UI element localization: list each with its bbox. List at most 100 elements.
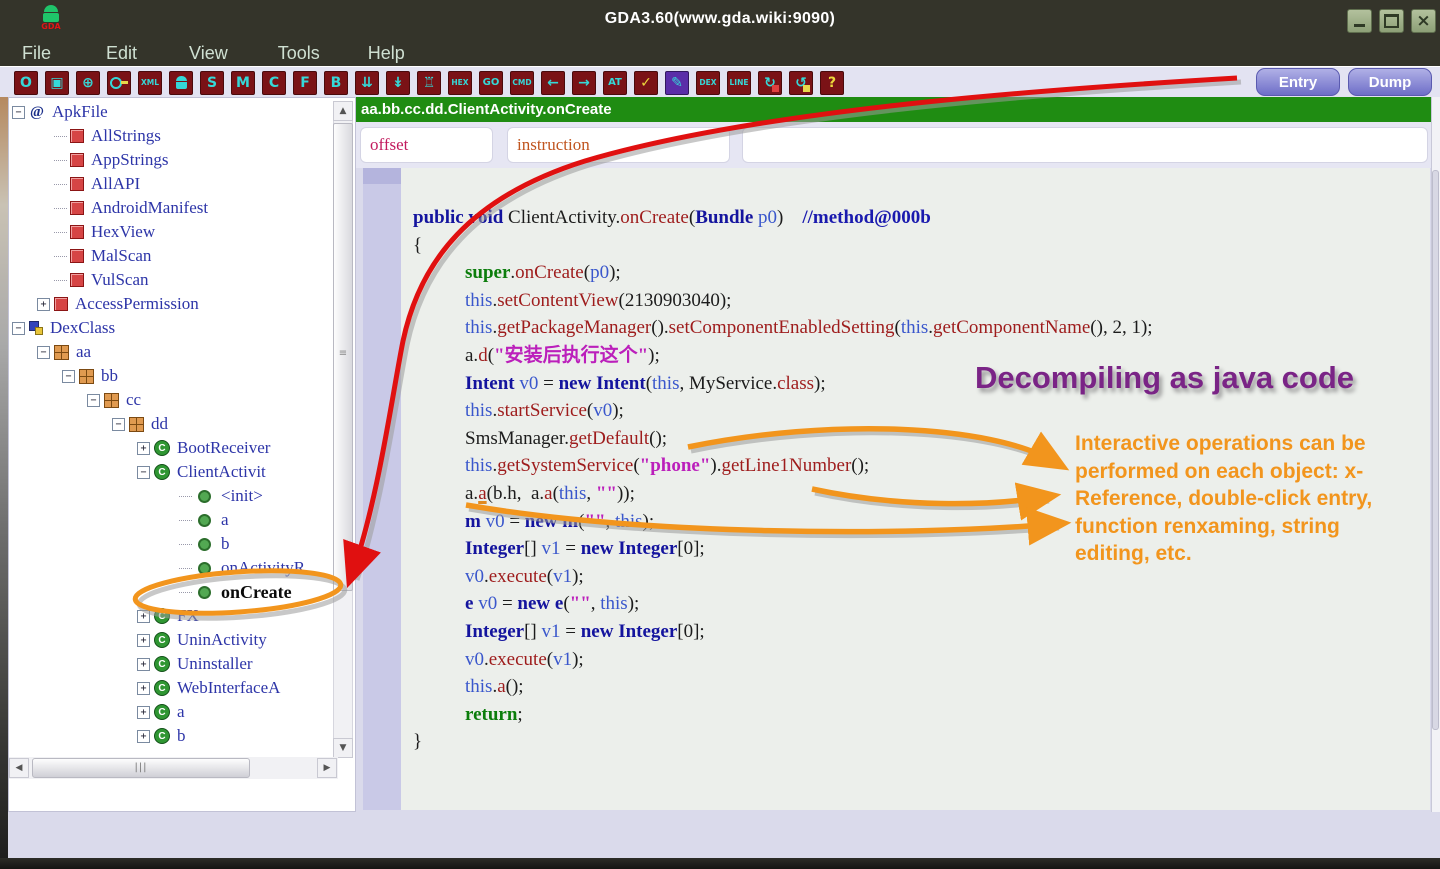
collapse-icon[interactable]: − xyxy=(87,394,100,407)
code-line[interactable]: this.startService(v0); xyxy=(413,397,1423,425)
tree-node-androidmanifest[interactable]: AndroidManifest xyxy=(9,196,332,220)
strings-icon[interactable]: S xyxy=(200,71,224,95)
tree-node-allstrings[interactable]: AllStrings xyxy=(9,124,332,148)
collapse-icon[interactable]: − xyxy=(62,370,75,383)
back-icon[interactable]: ← xyxy=(541,71,565,95)
menu-file[interactable]: File xyxy=(22,43,51,64)
code-line[interactable]: e v0 = new e("", this); xyxy=(413,590,1423,618)
bytecode-icon[interactable]: B xyxy=(324,71,348,95)
code-line[interactable]: Integer[] v1 = new Integer[0]; xyxy=(413,618,1423,646)
key-icon[interactable] xyxy=(107,71,131,95)
menu-tools[interactable]: Tools xyxy=(278,43,320,64)
down-icon[interactable]: ↡ xyxy=(386,71,410,95)
tree-node-b[interactable]: b xyxy=(9,532,332,556)
tree-node-appstrings[interactable]: AppStrings xyxy=(9,148,332,172)
expand-icon[interactable]: + xyxy=(137,442,150,455)
tree-node-label: HexView xyxy=(91,222,155,242)
hex-icon[interactable]: HEX xyxy=(448,71,472,95)
expand-icon[interactable]: + xyxy=(137,658,150,671)
menu-edit[interactable]: Edit xyxy=(106,43,137,64)
dump-button[interactable]: Dump xyxy=(1348,68,1432,96)
tree-node-init[interactable]: <init> xyxy=(9,484,332,508)
tree-scroll-down-icon[interactable]: ▼ xyxy=(333,738,353,758)
tree-node-fx[interactable]: +CFX xyxy=(9,604,332,628)
upload-icon[interactable]: ♖ xyxy=(417,71,441,95)
tree-scroll-up-icon[interactable]: ▲ xyxy=(333,101,353,121)
code-line[interactable]: public void ClientActivity.onCreate(Bund… xyxy=(413,204,1423,232)
entry-button[interactable]: Entry xyxy=(1256,68,1340,96)
link-icon[interactable]: LINE xyxy=(727,71,751,95)
tree-node-hexview[interactable]: HexView xyxy=(9,220,332,244)
tree-node-b[interactable]: +Cb xyxy=(9,724,332,748)
tree-scroll-left-icon[interactable]: ◀ xyxy=(9,758,29,778)
dex-icon[interactable]: DEX xyxy=(696,71,720,95)
tree-node-webinterfacea[interactable]: +CWebInterfaceA xyxy=(9,676,332,700)
tree-scroll-right-icon[interactable]: ▶ xyxy=(317,758,337,778)
edit-doc-icon[interactable]: ✎ xyxy=(665,71,689,95)
tree-node-uninstaller[interactable]: +CUninstaller xyxy=(9,652,332,676)
expand-icon[interactable]: + xyxy=(137,634,150,647)
tree-node-dexclass[interactable]: −DexClass xyxy=(9,316,332,340)
tree-node-bb[interactable]: −bb xyxy=(9,364,332,388)
save-icon[interactable]: ▣ xyxy=(45,71,69,95)
tree-vscroll-thumb[interactable]: ≡ xyxy=(333,123,353,591)
tree-node-a[interactable]: a xyxy=(9,508,332,532)
expand-icon[interactable]: + xyxy=(137,610,150,623)
code-line[interactable]: return; xyxy=(413,701,1423,729)
open-icon[interactable]: O xyxy=(14,71,38,95)
maximize-button[interactable] xyxy=(1379,9,1404,33)
code-line[interactable]: super.onCreate(p0); xyxy=(413,259,1423,287)
tree-node-malscan[interactable]: MalScan xyxy=(9,244,332,268)
tree-node-aa[interactable]: −aa xyxy=(9,340,332,364)
method-icon[interactable]: M xyxy=(231,71,255,95)
collapse-icon[interactable]: − xyxy=(12,106,25,119)
undo-icon[interactable]: ↺ xyxy=(789,71,813,95)
forward-icon[interactable]: → xyxy=(572,71,596,95)
tree-hscroll-thumb[interactable]: ||| xyxy=(32,758,250,778)
tree-node-clientactivit[interactable]: −CClientActivit xyxy=(9,460,332,484)
class-icon[interactable]: C xyxy=(262,71,286,95)
expand-icon[interactable]: + xyxy=(137,682,150,695)
menu-help[interactable]: Help xyxy=(368,43,405,64)
tree-node-label: AccessPermission xyxy=(75,294,199,314)
field-icon[interactable]: F xyxy=(293,71,317,95)
collapse-icon[interactable]: − xyxy=(112,418,125,431)
class-tree[interactable]: −@ApkFileAllStringsAppStringsAllAPIAndro… xyxy=(9,100,332,755)
check-icon[interactable]: ✓ xyxy=(634,71,658,95)
tree-node-dd[interactable]: −dd xyxy=(9,412,332,436)
redo-icon[interactable]: ↻ xyxy=(758,71,782,95)
collapse-icon[interactable]: − xyxy=(137,466,150,479)
tree-node-onactivityr[interactable]: onActivityR xyxy=(9,556,332,580)
collapse-icon[interactable]: − xyxy=(12,322,25,335)
code-line[interactable]: { xyxy=(413,232,1423,260)
pulldown-icon[interactable]: ⇊ xyxy=(355,71,379,95)
tree-node-oncreate[interactable]: onCreate xyxy=(9,580,332,604)
tree-node-a[interactable]: +Ca xyxy=(9,700,332,724)
code-line[interactable]: this.a(); xyxy=(413,673,1423,701)
cmd-icon[interactable]: CMD xyxy=(510,71,534,95)
tree-node-apkfile[interactable]: −@ApkFile xyxy=(9,100,332,124)
expand-icon[interactable]: + xyxy=(137,706,150,719)
go-icon[interactable]: GO xyxy=(479,71,503,95)
tree-node-accesspermission[interactable]: + AccessPermission xyxy=(9,292,332,316)
xml-icon[interactable]: XML xyxy=(138,71,162,95)
tree-node-uninactivity[interactable]: +CUninActivity xyxy=(9,628,332,652)
tree-node-vulscan[interactable]: VulScan xyxy=(9,268,332,292)
expand-icon[interactable]: + xyxy=(137,730,150,743)
android-icon[interactable] xyxy=(169,71,193,95)
tree-node-bootreceiver[interactable]: +CBootReceiver xyxy=(9,436,332,460)
close-button[interactable]: × xyxy=(1411,9,1436,33)
help-icon[interactable]: ? xyxy=(820,71,844,95)
code-line[interactable]: v0.execute(v1); xyxy=(413,646,1423,674)
tree-node-allapi[interactable]: AllAPI xyxy=(9,172,332,196)
search-icon[interactable]: ⊕ xyxy=(76,71,100,95)
minimize-button[interactable] xyxy=(1347,9,1372,33)
expand-icon[interactable]: + xyxy=(37,298,50,311)
tree-node-cc[interactable]: −cc xyxy=(9,388,332,412)
code-line[interactable]: this.getPackageManager().setComponentEna… xyxy=(413,314,1423,342)
collapse-icon[interactable]: − xyxy=(37,346,50,359)
code-line[interactable]: } xyxy=(413,728,1423,756)
menu-view[interactable]: View xyxy=(189,43,228,64)
code-line[interactable]: this.setContentView(2130903040); xyxy=(413,287,1423,315)
at-icon[interactable]: AT xyxy=(603,71,627,95)
